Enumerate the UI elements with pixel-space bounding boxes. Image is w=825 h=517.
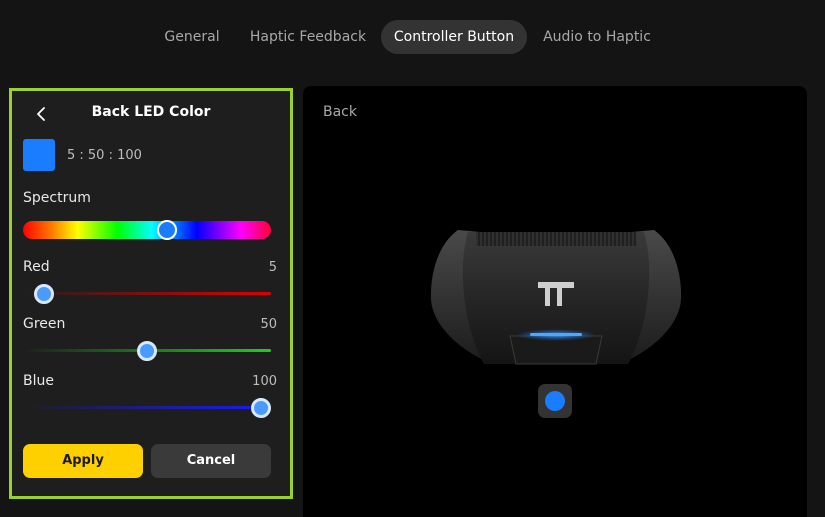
- tab-audio-to-haptic[interactable]: Audio to Haptic: [536, 20, 658, 54]
- preview-title: Back: [323, 104, 357, 120]
- blue-value: 100: [252, 374, 277, 389]
- blue-slider-track[interactable]: [23, 406, 271, 409]
- red-label: Red: [23, 259, 50, 275]
- panel-title: Back LED Color: [91, 104, 211, 120]
- led-color-panel: Back LED Color 5 : 50 : 100 Spectrum Red…: [9, 88, 293, 499]
- cancel-button[interactable]: Cancel: [151, 444, 271, 478]
- red-value: 5: [268, 260, 277, 275]
- color-value-text: 5 : 50 : 100: [67, 148, 142, 163]
- green-label: Green: [23, 316, 66, 332]
- blue-label: Blue: [23, 373, 54, 389]
- red-slider-thumb[interactable]: [34, 284, 55, 304]
- green-slider-thumb[interactable]: [137, 341, 157, 361]
- controller-preview: Back: [303, 86, 807, 517]
- green-value: 50: [260, 317, 277, 332]
- tab-bar: General Haptic Feedback Controller Butto…: [0, 20, 825, 54]
- led-color-dot: [545, 391, 565, 411]
- tab-controller-button[interactable]: Controller Button: [381, 20, 527, 54]
- led-indicator[interactable]: [538, 384, 572, 418]
- color-swatch: [23, 139, 55, 171]
- blue-slider-thumb[interactable]: [251, 398, 271, 418]
- apply-button[interactable]: Apply: [23, 444, 143, 478]
- tab-general[interactable]: General: [152, 20, 232, 54]
- tab-haptic-feedback[interactable]: Haptic Feedback: [245, 20, 371, 54]
- spectrum-label: Spectrum: [23, 190, 91, 206]
- controller-back-image: [430, 230, 682, 365]
- red-slider-track[interactable]: [23, 292, 271, 295]
- spectrum-slider[interactable]: [23, 221, 271, 239]
- spectrum-slider-thumb[interactable]: [156, 220, 177, 240]
